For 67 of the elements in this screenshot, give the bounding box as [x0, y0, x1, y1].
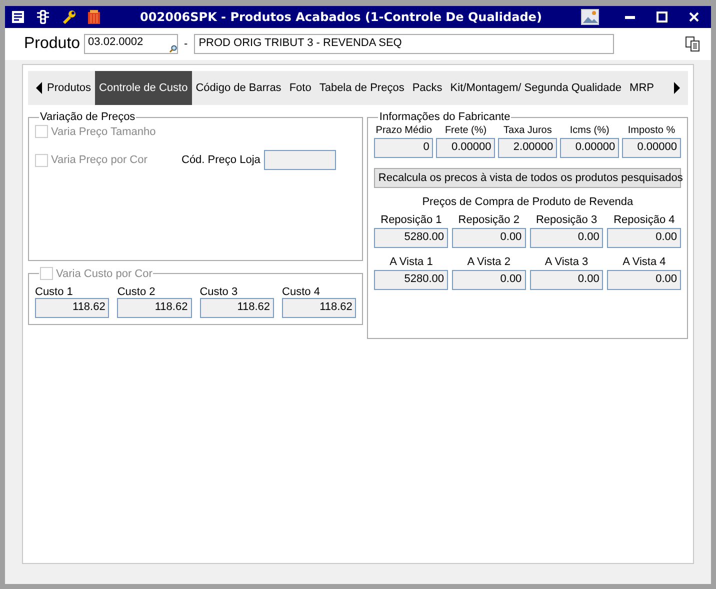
tab[interactable]: Kit/Montagem/ Segunda Qualidade	[446, 71, 626, 105]
store-code-label: Cód. Preço Loja	[182, 154, 260, 166]
replacement-price-field[interactable]: 0.00	[452, 228, 526, 248]
copy-icon[interactable]	[685, 36, 701, 52]
field-label: Icms (%)	[568, 125, 610, 136]
replacement-price-field[interactable]: 5280.00	[374, 228, 448, 248]
recalculate-button[interactable]: Recalcula os precos à vista de todos os produtos pesquisados	[374, 168, 681, 188]
field-label: Reposição 2	[457, 214, 520, 226]
field-label: Taxa Juros	[502, 125, 553, 136]
field-label: Imposto %	[626, 125, 676, 136]
tab[interactable]: Controle de Custo	[95, 71, 192, 105]
field-label: Reposição 3	[534, 214, 598, 226]
checkbox-label: Varia Custo por Cor	[56, 268, 152, 280]
product-label: Produto	[24, 35, 80, 53]
manufacturer-field[interactable]: 2.00000	[498, 138, 558, 158]
cost-field[interactable]: 118.62	[282, 298, 356, 318]
cash-price-field[interactable]: 0.00	[452, 270, 526, 290]
traffic-light-icon[interactable]	[35, 9, 51, 25]
field-label: Prazo Médio	[374, 125, 433, 136]
search-icon[interactable]	[169, 45, 178, 53]
field-label: Custo 4	[282, 286, 321, 298]
right-arrow-icon[interactable]	[673, 82, 681, 94]
cash-price-field[interactable]: 5280.00	[374, 270, 448, 290]
checkbox-label: Varia Preço Tamanho	[51, 126, 156, 138]
cost-field[interactable]: 118.62	[200, 298, 274, 318]
close-icon[interactable]	[688, 11, 700, 23]
tab[interactable]: Produtos	[43, 71, 96, 105]
field-label: A Vista 1	[388, 256, 434, 268]
store-code-field[interactable]	[264, 150, 336, 170]
field-label: A Vista 3	[544, 256, 590, 268]
replacement-price-field[interactable]: 0.00	[530, 228, 604, 248]
window-title: 002006SPK - Produtos Acabados (1-Controle De Qualidade)	[139, 10, 543, 24]
manufacturer-field[interactable]: 0	[374, 138, 434, 158]
field-label: Frete (%)	[444, 125, 488, 136]
cash-price-field[interactable]: 0.00	[607, 270, 681, 290]
description-field[interactable]: PROD ORIG TRIBUT 3 - REVENDA SEQ	[194, 34, 614, 54]
separator-text: -	[184, 38, 188, 50]
cash-price-field[interactable]: 0.00	[530, 270, 604, 290]
tab[interactable]: Packs	[408, 71, 446, 105]
tab[interactable]: Foto	[285, 71, 316, 105]
manufacturer-field[interactable]: 0.00000	[560, 138, 620, 158]
cost-field[interactable]: 118.62	[35, 298, 110, 318]
list-icon[interactable]	[11, 10, 25, 24]
field-label: Custo 3	[200, 286, 239, 298]
manufacturer-field[interactable]: 0.00000	[436, 138, 496, 158]
field-label: A Vista 2	[466, 256, 512, 268]
field-label: A Vista 4	[622, 256, 667, 268]
tab[interactable]: Código de Barras	[192, 71, 286, 105]
cost-field[interactable]: 118.62	[117, 298, 192, 318]
checkbox-label: Varia Preço por Cor	[51, 154, 148, 166]
wrench-icon[interactable]	[61, 9, 77, 25]
field-label: Custo 1	[35, 286, 74, 298]
field-label: Reposição 1	[380, 214, 443, 226]
maximize-icon[interactable]	[656, 11, 668, 23]
book-icon[interactable]	[87, 9, 101, 25]
field-label: Custo 2	[117, 286, 156, 298]
left-arrow-icon[interactable]	[35, 82, 43, 94]
tab[interactable]: MRP	[626, 71, 658, 105]
group-title: Variação de Preços	[39, 111, 136, 123]
picture-icon[interactable]	[581, 9, 599, 25]
replacement-price-field[interactable]: 0.00	[607, 228, 681, 248]
section-subtitle: Preços de Compra de Produto de Revenda	[421, 196, 634, 208]
tab[interactable]: Tabela de Preços	[315, 71, 408, 105]
field-label: Reposição 4	[612, 214, 676, 226]
manufacturer-field[interactable]: 0.00000	[622, 138, 681, 158]
product-code-field[interactable]: 03.02.0002	[84, 34, 178, 54]
group-title: Informações do Fabricante	[378, 111, 512, 123]
